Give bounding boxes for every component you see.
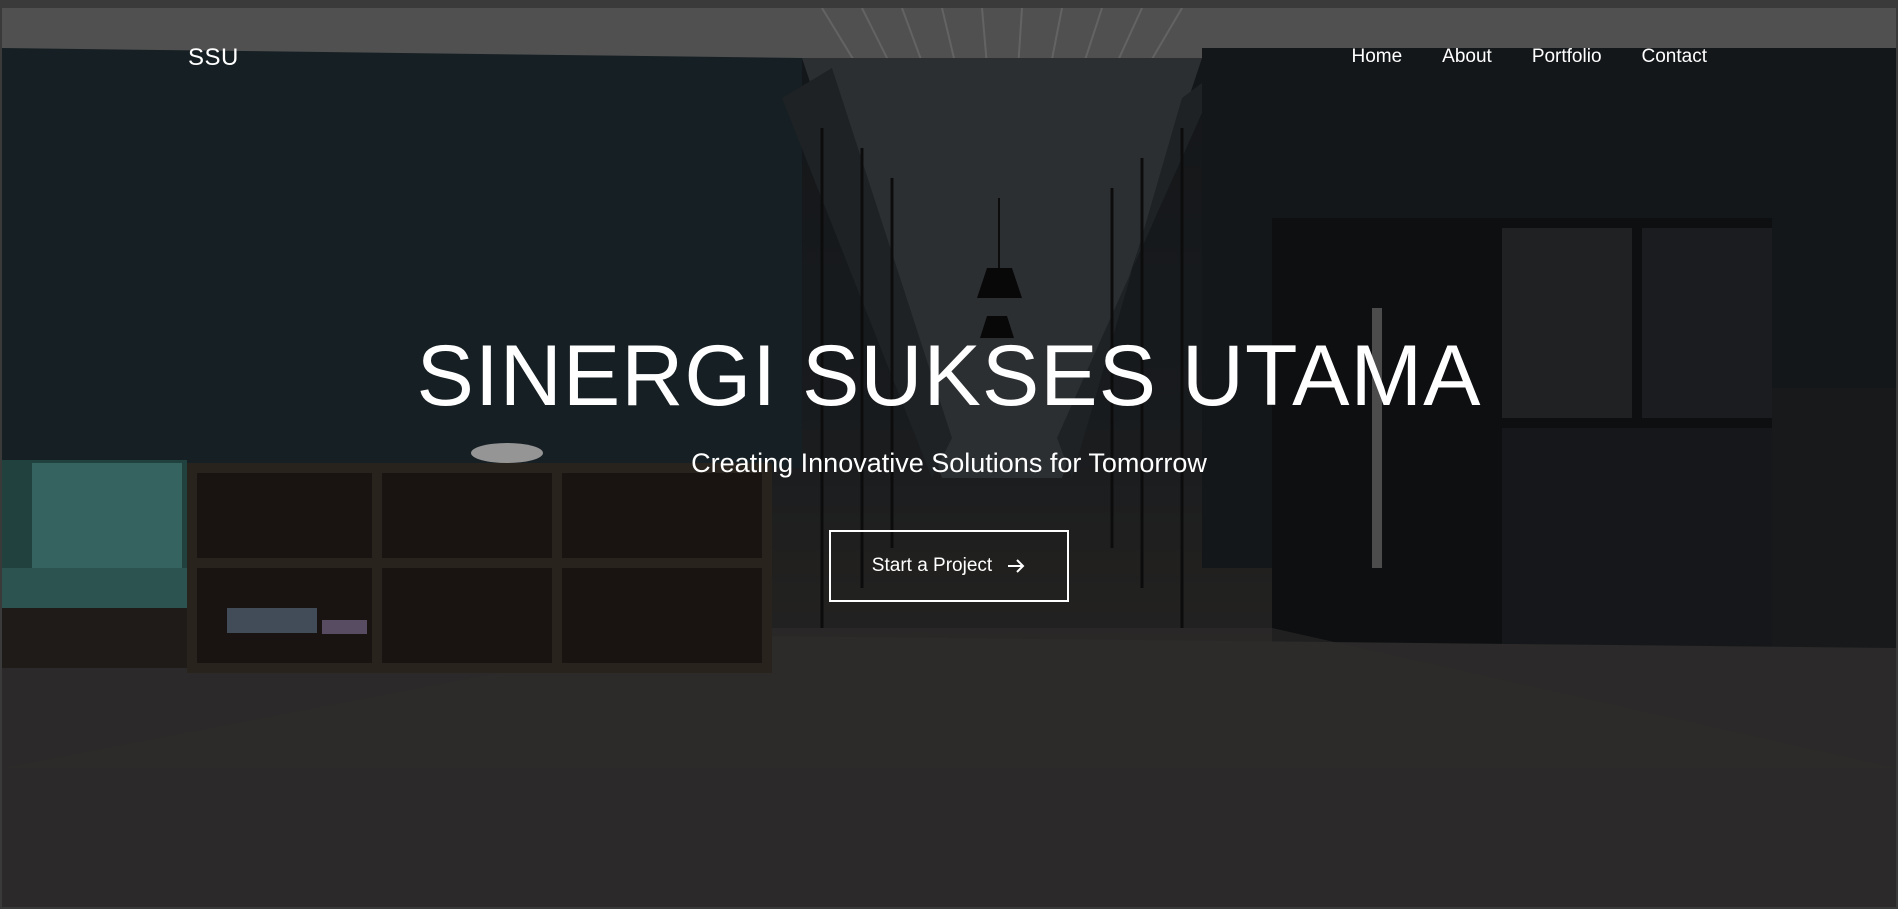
nav-link-home[interactable]: Home — [1351, 46, 1402, 68]
hero-content: SINERGI SUKSES UTAMA Creating Innovative… — [2, 326, 1896, 602]
nav-link-about[interactable]: About — [1442, 46, 1492, 68]
hero-subtitle: Creating Innovative Solutions for Tomorr… — [691, 448, 1207, 478]
nav-link-portfolio[interactable]: Portfolio — [1532, 46, 1602, 68]
brand-logo-link[interactable]: SSU — [188, 44, 239, 72]
nav-menu: Home About Portfolio Contact — [1351, 46, 1707, 68]
nav-link-contact[interactable]: Contact — [1642, 46, 1707, 68]
hero-title: SINERGI SUKSES UTAMA — [416, 328, 1482, 424]
start-project-label: Start a Project — [871, 555, 993, 576]
hero-section: SSU Home About Portfolio Contact SINERGI… — [2, 8, 1896, 907]
start-project-button[interactable]: Start a Project — [829, 530, 1069, 602]
top-navbar: SSU Home About Portfolio Contact — [2, 8, 1896, 108]
arrow-right-icon — [1008, 559, 1025, 573]
